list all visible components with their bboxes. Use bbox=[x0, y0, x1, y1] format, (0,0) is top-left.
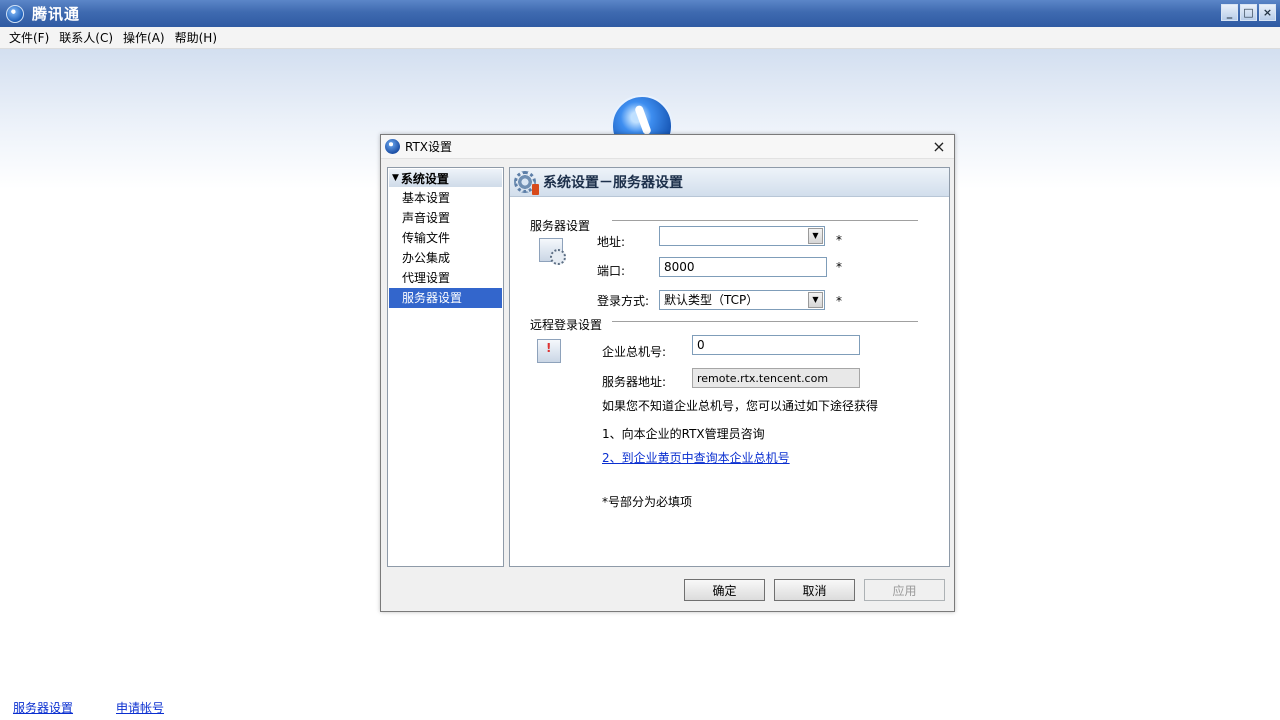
nav-item-server[interactable]: 服务器设置 bbox=[389, 288, 502, 308]
server-settings-icon bbox=[539, 238, 566, 265]
server-address-label: 服务器地址: bbox=[602, 375, 667, 389]
ok-button[interactable]: 确定 bbox=[684, 579, 765, 601]
settings-nav-tree: ▼ 系统设置 基本设置 声音设置 传输文件 办公集成 代理设置 服务器设置 bbox=[387, 167, 504, 567]
login-mode-combobox[interactable]: 默认类型（TCP） ▼ bbox=[659, 290, 825, 310]
server-address-input bbox=[692, 368, 860, 388]
apply-account-link[interactable]: 申请帐号 bbox=[116, 699, 164, 716]
option-ask-admin-text: 1、向本企业的RTX管理员咨询 bbox=[602, 427, 765, 441]
expand-arrow-icon: ▼ bbox=[392, 173, 399, 183]
remote-section-divider bbox=[612, 321, 918, 322]
window-controls: _ □ × bbox=[1221, 4, 1276, 21]
close-window-button[interactable]: × bbox=[1259, 4, 1276, 21]
hint-text: 如果您不知道企业总机号，您可以通过如下途径获得 bbox=[602, 399, 879, 413]
close-icon[interactable]: × bbox=[930, 138, 948, 156]
company-number-label: 企业总机号: bbox=[602, 345, 667, 359]
nav-item-sound[interactable]: 声音设置 bbox=[389, 208, 502, 228]
remote-section-title: 远程登录设置 bbox=[530, 318, 603, 332]
settings-gear-icon bbox=[514, 171, 539, 195]
cancel-button[interactable]: 取消 bbox=[774, 579, 855, 601]
rtx-settings-dialog: RTX设置 × ▼ 系统设置 基本设置 声音设置 传输文件 办公集成 代理设置 … bbox=[380, 134, 955, 612]
port-required-mark: * bbox=[836, 260, 842, 274]
yellow-pages-link[interactable]: 2、到企业黄页中查询本企业总机号 bbox=[602, 449, 790, 466]
minimize-button[interactable]: _ bbox=[1221, 4, 1238, 21]
server-section-divider bbox=[612, 220, 918, 221]
rtx-logo-icon bbox=[6, 4, 24, 23]
menu-help[interactable]: 帮助(H) bbox=[170, 29, 222, 46]
address-combobox[interactable]: ▼ bbox=[659, 226, 825, 246]
nav-item-file-transfer[interactable]: 传输文件 bbox=[389, 228, 502, 248]
address-required-mark: * bbox=[836, 233, 842, 247]
dialog-titlebar: RTX设置 × bbox=[381, 135, 954, 159]
remote-login-icon bbox=[537, 339, 561, 363]
dialog-title: RTX设置 bbox=[405, 140, 453, 154]
menu-contacts[interactable]: 联系人(C) bbox=[54, 29, 118, 46]
apply-button[interactable]: 应用 bbox=[864, 579, 945, 601]
address-label: 地址: bbox=[597, 235, 626, 249]
server-settings-link[interactable]: 服务器设置 bbox=[13, 699, 73, 716]
content-header: 系统设置－服务器设置 bbox=[510, 168, 949, 197]
nav-item-proxy[interactable]: 代理设置 bbox=[389, 268, 502, 288]
content-title: 系统设置－服务器设置 bbox=[543, 175, 683, 191]
rtx-dialog-logo-icon bbox=[385, 139, 400, 154]
app-title: 腾讯通 bbox=[32, 5, 81, 23]
nav-group-system-settings[interactable]: ▼ 系统设置 bbox=[389, 169, 502, 187]
required-note-text: *号部分为必填项 bbox=[602, 495, 693, 509]
nav-item-basic[interactable]: 基本设置 bbox=[389, 188, 502, 208]
server-section-title: 服务器设置 bbox=[530, 219, 591, 233]
menu-file[interactable]: 文件(F) bbox=[4, 29, 54, 46]
main-titlebar: 腾讯通 _ □ × bbox=[0, 0, 1280, 27]
chevron-down-icon[interactable]: ▼ bbox=[808, 228, 823, 244]
nav-group-label: 系统设置 bbox=[400, 171, 449, 186]
company-number-input[interactable] bbox=[692, 335, 860, 355]
login-mode-value: 默认类型（TCP） bbox=[664, 293, 759, 307]
maximize-button[interactable]: □ bbox=[1240, 4, 1257, 21]
menu-actions[interactable]: 操作(A) bbox=[118, 29, 170, 46]
port-input[interactable] bbox=[659, 257, 827, 277]
menubar: 文件(F) 联系人(C) 操作(A) 帮助(H) bbox=[0, 27, 1280, 49]
nav-item-office-integration[interactable]: 办公集成 bbox=[389, 248, 502, 268]
settings-content-panel: 系统设置－服务器设置 服务器设置 地址: ▼ * 端口: * 登录方式: 默认类… bbox=[509, 167, 950, 567]
login-mode-label: 登录方式: bbox=[597, 294, 650, 308]
port-label: 端口: bbox=[597, 264, 626, 278]
chevron-down-icon[interactable]: ▼ bbox=[808, 292, 823, 308]
login-mode-required-mark: * bbox=[836, 294, 842, 308]
